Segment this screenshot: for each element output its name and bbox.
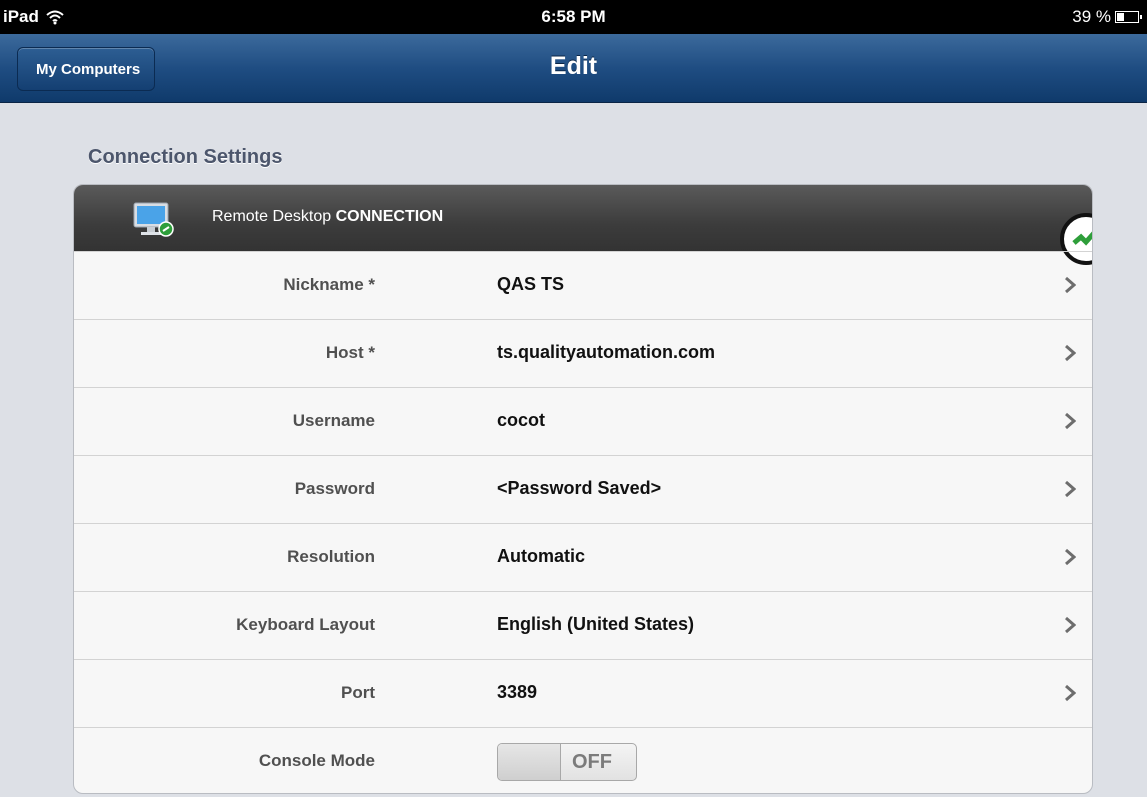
setting-label: Nickname * — [283, 275, 375, 294]
status-time: 6:58 PM — [541, 7, 606, 26]
toggle-knob[interactable] — [498, 744, 561, 780]
toggle-state: OFF — [572, 751, 612, 773]
chevron-right-icon — [1065, 616, 1076, 634]
console-mode-toggle[interactable]: OFF — [497, 743, 637, 781]
setting-row-port[interactable]: Port 3389 — [74, 659, 1092, 727]
setting-label: Keyboard Layout — [236, 615, 375, 634]
setting-value: <Password Saved> — [497, 478, 662, 498]
setting-row-keyboard-layout[interactable]: Keyboard Layout English (United States) — [74, 591, 1092, 659]
setting-label: Username — [292, 411, 375, 430]
setting-value: cocot — [497, 410, 546, 430]
setting-value: ts.qualityautomation.com — [497, 342, 716, 362]
chevron-right-icon — [1065, 412, 1076, 430]
setting-row-console-mode: Console Mode OFF — [74, 727, 1092, 793]
setting-value: English (United States) — [497, 614, 695, 634]
card-header-strong: CONNECTION — [335, 208, 444, 225]
battery-icon — [1115, 11, 1142, 23]
card-header-prefix: Remote Desktop — [212, 208, 336, 225]
section-title: Connection Settings — [88, 146, 283, 168]
setting-row-resolution[interactable]: Resolution Automatic — [74, 523, 1092, 591]
setting-label: Host * — [325, 343, 375, 362]
setting-row-password[interactable]: Password <Password Saved> — [74, 455, 1092, 523]
setting-label: Port — [341, 683, 375, 702]
chevron-right-icon — [1065, 344, 1076, 362]
setting-label: Password — [294, 479, 375, 498]
status-right: 39 % — [1072, 7, 1142, 27]
setting-row-username[interactable]: Username cocot — [74, 387, 1092, 455]
setting-row-nickname[interactable]: Nickname * QAS TS — [74, 251, 1092, 319]
navigation-bar: My Computers Edit — [0, 34, 1147, 103]
card-header: Remote Desktop CONNECTION — [74, 185, 1092, 265]
chevron-right-icon — [1065, 548, 1076, 566]
chevron-right-icon — [1065, 480, 1076, 498]
chevron-right-icon — [1065, 276, 1076, 294]
card-header-label: Remote Desktop CONNECTION — [212, 208, 443, 226]
setting-label: Console Mode — [258, 751, 375, 770]
status-bar: iPad 6:58 PM 39 % — [0, 0, 1147, 34]
remote-desktop-monitor-icon — [133, 202, 174, 237]
setting-value: Automatic — [497, 546, 586, 566]
connection-settings-card: Remote Desktop CONNECTION Nickname * QAS… — [73, 184, 1093, 794]
setting-value: 3389 — [497, 682, 538, 702]
setting-value: QAS TS — [497, 274, 565, 294]
battery-percent: 39 % — [1072, 7, 1111, 26]
setting-row-host[interactable]: Host * ts.qualityautomation.com — [74, 319, 1092, 387]
chevron-right-icon — [1065, 684, 1076, 702]
page-title: Edit — [549, 52, 598, 80]
setting-label: Resolution — [287, 547, 375, 566]
